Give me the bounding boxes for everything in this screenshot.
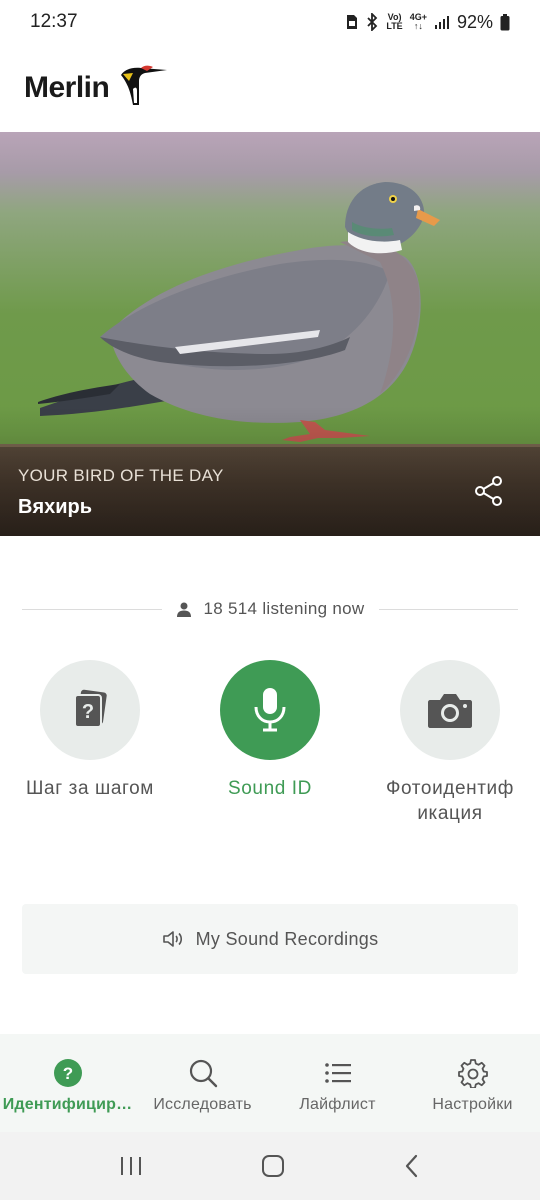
tab-explore-label: Исследовать xyxy=(153,1096,252,1113)
step-by-step-button[interactable]: ? Шаг за шагом xyxy=(0,660,180,826)
step-by-step-label: Шаг за шагом xyxy=(26,778,154,799)
tab-identify-label: Идентифицир… xyxy=(2,1096,133,1113)
bird-of-the-day-card[interactable]: YOUR BIRD OF THE DAY Вяхирь xyxy=(0,132,540,536)
system-navigation-bar xyxy=(0,1132,540,1200)
bluetooth-icon xyxy=(367,13,378,31)
microphone-icon xyxy=(254,688,286,732)
app-logo-text: Merlin xyxy=(24,71,110,104)
svg-text:?: ? xyxy=(62,1064,72,1083)
status-time: 12:37 xyxy=(30,11,78,32)
sound-id-label: Sound ID xyxy=(227,778,313,799)
status-bar: 12:37 Vo) LTE 4G+ ↑↓ 92% xyxy=(0,0,540,44)
sound-id-circle[interactable] xyxy=(220,660,320,760)
speaker-icon xyxy=(162,931,182,947)
search-icon xyxy=(189,1059,217,1088)
signal-icon xyxy=(434,16,449,29)
tab-lifelist-label: Лайфлист xyxy=(299,1096,376,1113)
back-icon[interactable] xyxy=(402,1154,422,1178)
person-icon xyxy=(176,602,191,617)
photo-id-button[interactable]: Фотоидентиф икация xyxy=(360,660,540,826)
share-icon[interactable] xyxy=(472,474,506,508)
list-icon xyxy=(324,1063,351,1083)
app-header: Merlin xyxy=(0,44,540,132)
my-sound-recordings-button[interactable]: My Sound Recordings xyxy=(22,904,518,974)
recent-apps-icon[interactable] xyxy=(118,1155,144,1177)
photo-id-circle[interactable] xyxy=(400,660,500,760)
sim-icon xyxy=(347,15,358,29)
tab-settings[interactable]: Настройки xyxy=(405,1034,540,1132)
question-circle-icon: ? xyxy=(53,1059,82,1087)
divider-left xyxy=(22,608,162,610)
tab-settings-label: Настройки xyxy=(432,1096,513,1113)
volte-indicator: Vo) LTE xyxy=(386,12,403,31)
divider-right xyxy=(378,608,519,610)
bird-of-day-name[interactable]: Вяхирь xyxy=(18,496,92,519)
cards-question-icon: ? xyxy=(74,689,107,728)
bottom-navigation: ? Идентифицир… Исследовать Лайфлист Наст… xyxy=(0,1034,540,1132)
identify-modes: ? Шаг за шагом Sound ID Фотоидентиф икац… xyxy=(0,660,540,826)
status-icons: Vo) LTE 4G+ ↑↓ 92% xyxy=(346,12,510,33)
tab-lifelist[interactable]: Лайфлист xyxy=(270,1034,405,1132)
camera-icon xyxy=(428,694,472,728)
sound-id-button[interactable]: Sound ID xyxy=(180,660,360,826)
step-by-step-circle[interactable]: ? xyxy=(40,660,140,760)
listening-count: 18 514 listening now xyxy=(203,599,365,618)
svg-text:?: ? xyxy=(82,701,94,723)
gear-icon xyxy=(457,1059,488,1088)
woodpecker-logo-icon xyxy=(121,65,168,105)
home-icon[interactable] xyxy=(261,1154,285,1178)
battery-icon xyxy=(500,13,510,30)
network-type-indicator: 4G+ ↑↓ xyxy=(409,12,427,31)
battery-percent: 92% xyxy=(456,11,493,32)
photo-id-label: Фотоидентиф икация xyxy=(386,778,514,824)
tab-identify[interactable]: ? Идентифицир… xyxy=(0,1034,135,1132)
bird-of-day-kicker: YOUR BIRD OF THE DAY xyxy=(18,466,224,485)
my-sound-recordings-label: My Sound Recordings xyxy=(195,928,379,949)
tab-explore[interactable]: Исследовать xyxy=(135,1034,270,1132)
listening-now-row: 18 514 listening now xyxy=(22,596,519,622)
